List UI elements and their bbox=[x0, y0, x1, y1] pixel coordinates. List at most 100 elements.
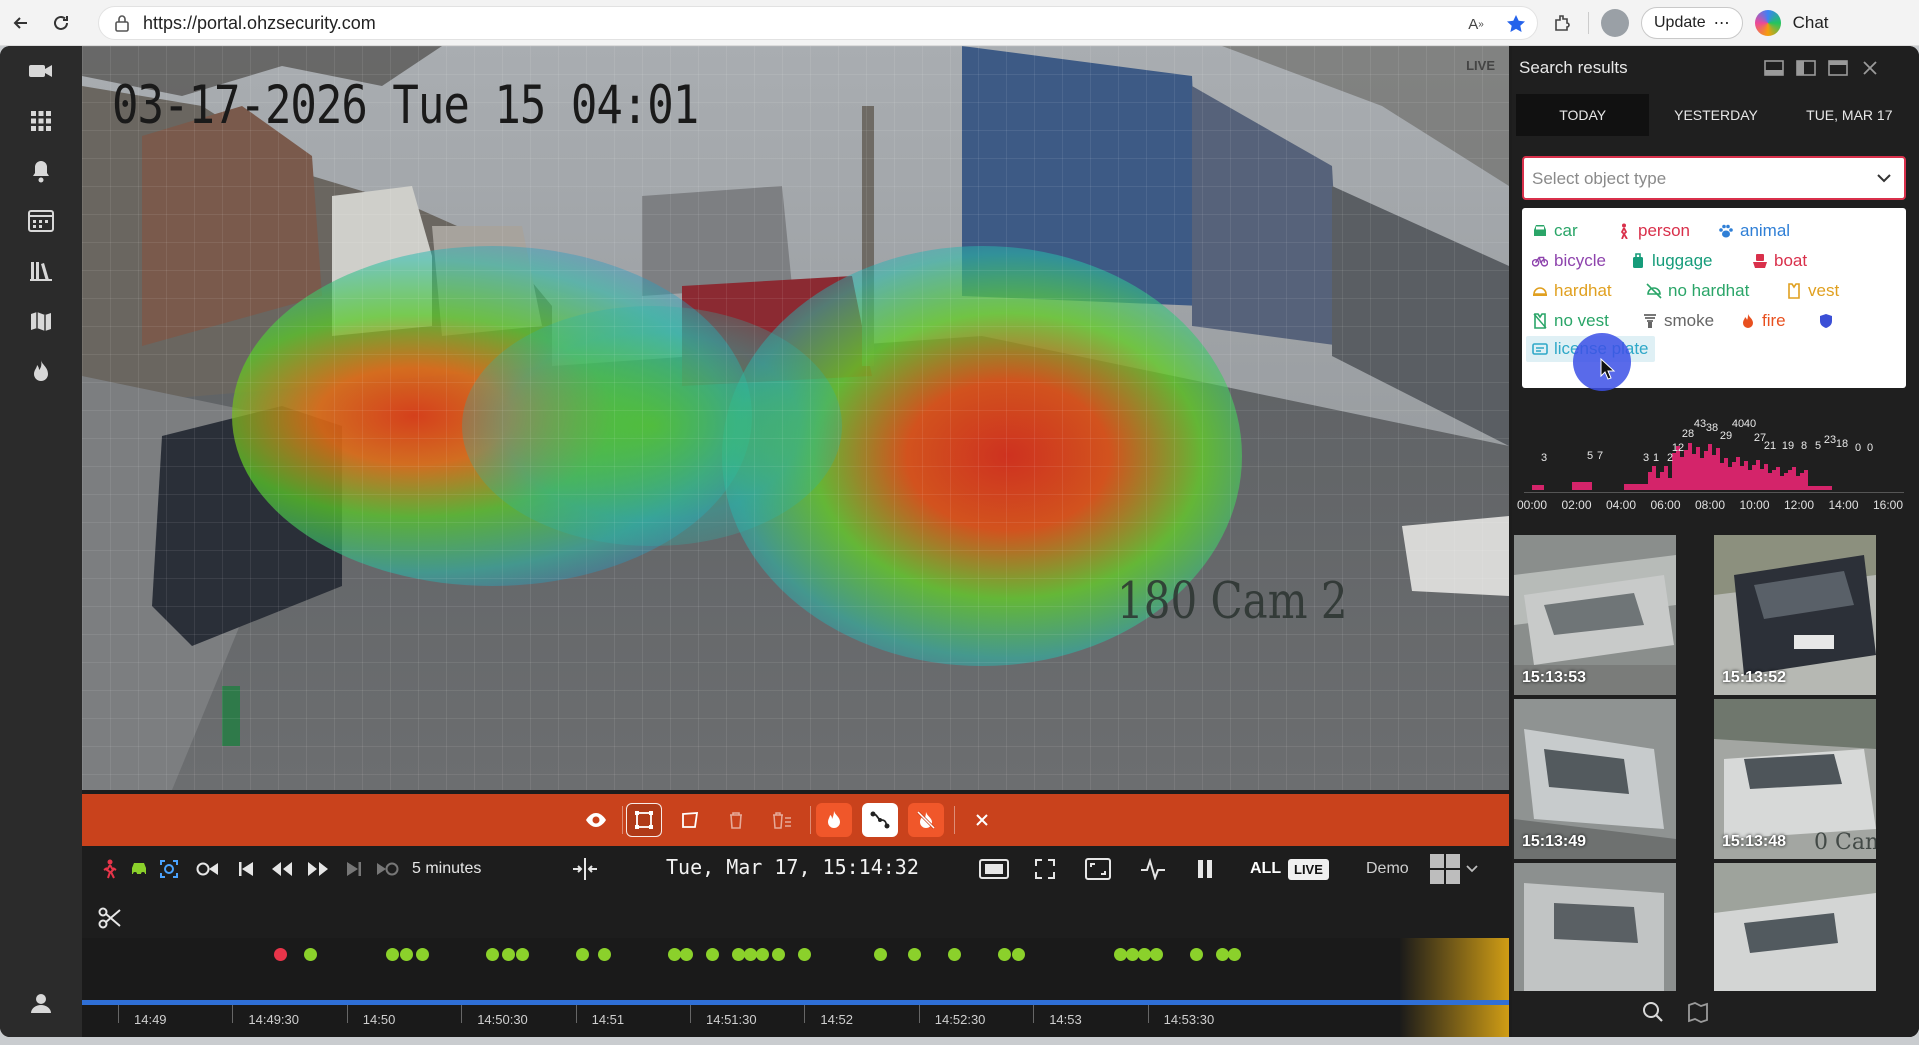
jump-to-live-icon[interactable] bbox=[372, 854, 402, 884]
map-icon[interactable] bbox=[26, 306, 56, 336]
result-thumbnail[interactable]: 0 Cam 15:13:48 bbox=[1714, 699, 1876, 859]
person-filter-icon[interactable] bbox=[98, 854, 122, 884]
timeline-event-car[interactable] bbox=[502, 948, 515, 961]
back-button[interactable] bbox=[6, 8, 36, 38]
type-option-fire[interactable]: fire bbox=[1740, 308, 1786, 334]
timeline-event-car[interactable] bbox=[576, 948, 589, 961]
copilot-icon[interactable] bbox=[1754, 10, 1781, 36]
trajectory-button[interactable] bbox=[862, 803, 898, 837]
rewind-icon[interactable] bbox=[268, 854, 296, 884]
timeline-event-person[interactable] bbox=[274, 948, 287, 961]
event-timeline[interactable]: 14:49 14:49:30 14:50 14:50:30 14:51 14:51:30 1… bbox=[82, 938, 1509, 1037]
delete-zone-button[interactable] bbox=[718, 803, 754, 837]
clip-scissors-icon[interactable] bbox=[98, 906, 128, 936]
fit-frame-icon[interactable] bbox=[1082, 854, 1114, 884]
timeline-event-car[interactable] bbox=[1190, 948, 1203, 961]
type-option-car[interactable]: car bbox=[1532, 218, 1578, 244]
search-icon[interactable] bbox=[1642, 1001, 1664, 1028]
face-filter-icon[interactable] bbox=[156, 854, 182, 884]
timeline-event-car[interactable] bbox=[386, 948, 399, 961]
detections-histogram[interactable]: 3 5 7 3 1 2 12 28 43 38 29 40 40 27 21 19 8 5 23 18 0 0 bbox=[1524, 394, 1904, 490]
type-option-animal[interactable]: animal bbox=[1718, 218, 1790, 244]
timeline-event-car[interactable] bbox=[756, 948, 769, 961]
events-panel-icon[interactable] bbox=[26, 206, 56, 236]
all-streams-button[interactable]: ALL bbox=[1250, 854, 1281, 884]
timeline-event-car[interactable] bbox=[706, 948, 719, 961]
result-thumbnail[interactable]: 15:13:53 bbox=[1514, 535, 1676, 695]
timeline-event-car[interactable] bbox=[400, 948, 413, 961]
result-thumbnail[interactable] bbox=[1714, 863, 1876, 991]
camera-icon[interactable] bbox=[26, 56, 56, 86]
car-filter-icon[interactable] bbox=[126, 854, 152, 884]
heatmap-fire-icon[interactable] bbox=[26, 356, 56, 386]
timeline-event-car[interactable] bbox=[948, 948, 961, 961]
pause-icon[interactable] bbox=[1192, 854, 1218, 884]
filmstrip-icon[interactable] bbox=[977, 854, 1011, 884]
object-type-select[interactable]: Select object type bbox=[1522, 156, 1906, 200]
histogram-bar[interactable] bbox=[1588, 482, 1592, 490]
motion-graph-icon[interactable] bbox=[1138, 854, 1168, 884]
histogram-bar[interactable] bbox=[1828, 486, 1832, 490]
type-option-shield[interactable] bbox=[1818, 308, 1834, 334]
archive-library-icon[interactable] bbox=[26, 256, 56, 286]
sync-cursor-icon[interactable] bbox=[570, 854, 600, 884]
skip-previous-icon[interactable] bbox=[234, 854, 258, 884]
camera-video-viewport[interactable]: 03-17-2026 Tue 15 04:01 180 Cam 2 LIVE bbox=[82, 46, 1509, 790]
user-account-icon[interactable] bbox=[26, 988, 56, 1018]
result-thumbnail[interactable]: 15:13:52 bbox=[1714, 535, 1876, 695]
result-thumbnail[interactable] bbox=[1514, 863, 1676, 991]
dock-side-icon[interactable] bbox=[1794, 56, 1818, 80]
type-option-no-hardhat[interactable]: no hardhat bbox=[1646, 278, 1749, 304]
disable-heatmap-button[interactable] bbox=[908, 803, 944, 837]
type-option-no-vest[interactable]: no vest bbox=[1532, 308, 1609, 334]
polygon-zone-button[interactable] bbox=[672, 803, 708, 837]
histogram-bar[interactable] bbox=[1540, 485, 1544, 490]
type-option-smoke[interactable]: smoke bbox=[1642, 308, 1714, 334]
type-option-hardhat[interactable]: hardhat bbox=[1532, 278, 1612, 304]
dock-bottom-icon[interactable] bbox=[1762, 56, 1786, 80]
bell-icon[interactable] bbox=[26, 156, 56, 186]
timeline-event-car[interactable] bbox=[1012, 948, 1025, 961]
delete-all-zones-button[interactable] bbox=[764, 803, 800, 837]
timeline-axis[interactable] bbox=[82, 1000, 1509, 1005]
timeline-event-car[interactable] bbox=[598, 948, 611, 961]
read-aloud-icon[interactable]: A» bbox=[1463, 11, 1489, 37]
type-option-boat[interactable]: boat bbox=[1752, 248, 1807, 274]
live-button[interactable]: LIVE bbox=[1288, 858, 1329, 880]
tab-yesterday[interactable]: YESTERDAY bbox=[1649, 94, 1782, 136]
skip-next-icon[interactable] bbox=[342, 854, 366, 884]
grid-layout-icon[interactable] bbox=[26, 106, 56, 136]
address-bar[interactable]: https://portal.ohzsecurity.com A» bbox=[98, 6, 1538, 40]
map-icon[interactable] bbox=[1688, 1001, 1708, 1028]
timeline-event-car[interactable] bbox=[908, 948, 921, 961]
timeline-event-car[interactable] bbox=[798, 948, 811, 961]
timeline-event-car[interactable] bbox=[680, 948, 693, 961]
fullscreen-icon[interactable] bbox=[1030, 854, 1060, 884]
interval-selector[interactable]: 5 minutes bbox=[412, 854, 481, 884]
heatmap-button[interactable] bbox=[816, 803, 852, 837]
jump-to-start-icon[interactable] bbox=[194, 854, 222, 884]
timeline-event-car[interactable] bbox=[1228, 948, 1241, 961]
close-toolbar-button[interactable] bbox=[964, 803, 1000, 837]
type-option-bicycle[interactable]: bicycle bbox=[1532, 248, 1606, 274]
profile-label[interactable]: Demo bbox=[1366, 854, 1409, 884]
type-option-vest[interactable]: vest bbox=[1786, 278, 1839, 304]
update-button[interactable]: Update ⋯ bbox=[1641, 7, 1743, 39]
chat-label[interactable]: Chat bbox=[1793, 13, 1829, 33]
fast-forward-icon[interactable] bbox=[304, 854, 332, 884]
layout-selector[interactable] bbox=[1430, 854, 1478, 884]
type-option-person[interactable]: person bbox=[1616, 218, 1690, 244]
timeline-event-car[interactable] bbox=[486, 948, 499, 961]
favorite-star-icon[interactable] bbox=[1503, 11, 1529, 37]
timeline-event-car[interactable] bbox=[416, 948, 429, 961]
close-panel-icon[interactable] bbox=[1858, 56, 1882, 80]
timeline-event-car[interactable] bbox=[1150, 948, 1163, 961]
tab-date[interactable]: TUE, MAR 17 bbox=[1783, 94, 1916, 136]
tab-today[interactable]: TODAY bbox=[1516, 94, 1650, 136]
profile-avatar[interactable] bbox=[1601, 9, 1629, 37]
timeline-event-car[interactable] bbox=[772, 948, 785, 961]
visibility-toggle[interactable] bbox=[578, 803, 614, 837]
rectangle-zone-button[interactable] bbox=[626, 803, 662, 837]
timeline-event-car[interactable] bbox=[304, 948, 317, 961]
timeline-event-car[interactable] bbox=[998, 948, 1011, 961]
